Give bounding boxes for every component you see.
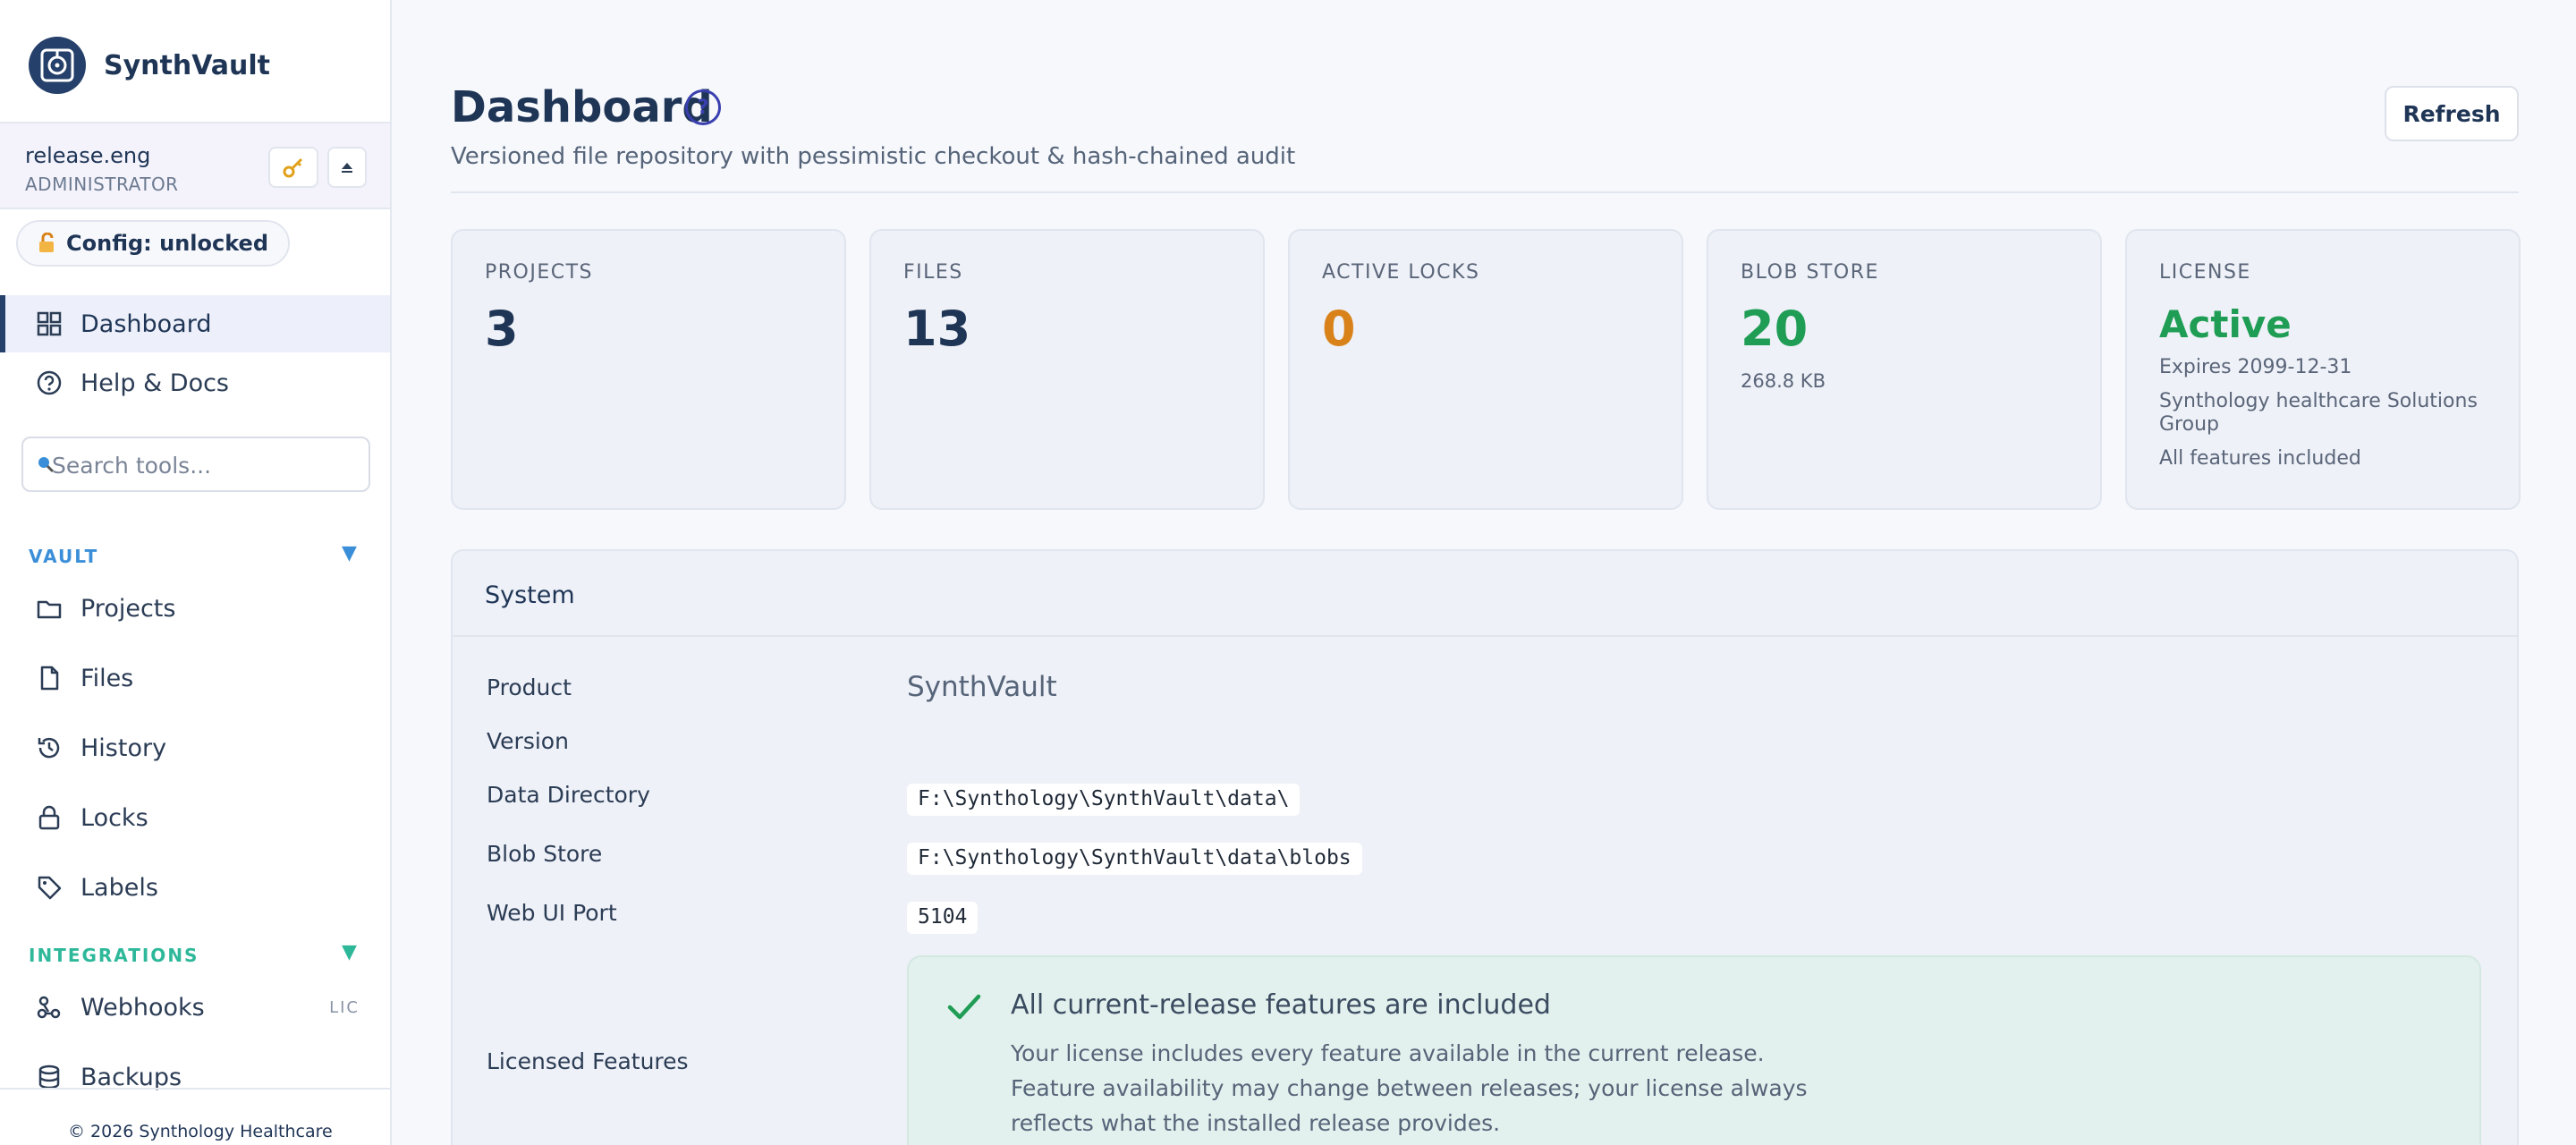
license-owner: Synthology healthcare Solutions Group [2159,390,2478,436]
section-vault-heading: VAULT [29,546,99,567]
stat-label: PROJECTS [485,261,594,284]
license-badge: LIC [329,997,360,1017]
help-circle-icon [34,368,64,398]
data-directory-value: F:\Synthology\SynthVault\data\ [907,784,1301,816]
config-label: Config: unlocked [66,231,268,256]
history-icon [34,733,64,763]
tool-search[interactable] [21,437,370,492]
sidebar-item-label: History [80,734,167,762]
sidebar-item-dashboard[interactable]: Dashboard [0,295,390,352]
sidebar-item-label: Webhooks [80,993,205,1022]
search-input[interactable] [36,447,358,483]
sidebar-item-locks[interactable]: Locks [0,789,390,846]
sidebar-item-label: Dashboard [80,310,212,338]
unlocked-icon [39,233,54,252]
copyright: © 2026 Synthology Healthcare [68,1122,333,1141]
stat-value: 20 [1741,301,1809,357]
file-icon [34,663,64,693]
blob-store-label: Blob Store [487,841,603,867]
stat-card-blob-store[interactable]: BLOB STORE 20 268.8 KB [1707,229,2102,510]
help-icon[interactable]: ? [685,89,721,125]
stat-value: 0 [1322,301,1356,357]
stat-label: LICENSE [2159,261,2251,284]
stat-card-active-locks[interactable]: ACTIVE LOCKS 0 [1288,229,1683,510]
stat-card-files[interactable]: FILES 13 [869,229,1265,510]
stat-value: 13 [903,301,971,357]
grid-icon [34,309,64,339]
lock-icon [34,802,64,833]
license-features: All features included [2159,447,2361,470]
key-icon [283,157,303,178]
change-password-button[interactable] [268,147,318,188]
feature-notice-title: All current-release features are include… [1011,989,1551,1021]
system-panel: System Product SynthVault Version Data D… [451,549,2519,1145]
user-panel: release.eng ADMINISTRATOR [0,122,390,209]
brand[interactable]: SynthVault [29,36,270,95]
feature-notice-text: Your license includes every feature avai… [1011,1040,1808,1136]
data-directory-label: Data Directory [487,782,650,808]
sidebar-item-label: Labels [80,873,158,902]
user-role: ADMINISTRATOR [25,174,179,195]
sidebar-item-labels[interactable]: Labels [0,859,390,916]
stat-value: 3 [485,301,519,357]
sidebar-item-label: Projects [80,594,176,623]
sidebar-item-files[interactable]: Files [0,649,390,707]
stat-label: BLOB STORE [1741,261,1879,284]
blob-store-path: F:\Synthology\SynthVault\data\blobs [907,843,1362,875]
stat-label: FILES [903,261,963,284]
caret-down-icon[interactable]: ▼ [342,542,357,564]
webhook-icon [34,992,64,1022]
web-ui-port-label: Web UI Port [487,900,617,926]
sidebar-item-help[interactable]: Help & Docs [0,354,390,411]
system-title: System [485,581,575,609]
license-status: Active [2159,302,2292,346]
header-divider [451,191,2519,193]
product-label: Product [487,674,572,700]
vault-logo-icon [29,37,86,94]
logout-button[interactable] [327,147,367,188]
check-icon [947,994,981,1020]
section-integrations-heading: INTEGRATIONS [29,945,199,966]
product-value: SynthVault [907,671,1057,703]
tag-icon [34,872,64,903]
sidebar-item-label: Files [80,664,134,692]
user-name: release.eng [25,143,151,168]
sidebar: SynthVault release.eng ADMINISTRATOR Con… [0,0,392,1145]
brand-name: SynthVault [104,49,271,81]
license-expiry: Expires 2099-12-31 [2159,356,2352,378]
sidebar-item-label: Help & Docs [80,369,229,397]
blob-store-size: 268.8 KB [1741,370,1826,392]
eject-icon [342,163,352,173]
sidebar-item-label: Locks [80,803,148,832]
caret-down-icon[interactable]: ▼ [342,941,357,963]
page-title: Dashboard [451,82,713,132]
system-panel-header: System [453,551,2517,637]
sidebar-item-label: Backups [80,1063,182,1091]
config-lock-toggle[interactable]: Config: unlocked [16,220,290,267]
sidebar-item-history[interactable]: History [0,719,390,776]
licensed-features-notice: All current-release features are include… [907,955,2481,1145]
stat-card-license[interactable]: LICENSE Active Expires 2099-12-31 Syntho… [2125,229,2521,510]
stat-card-projects[interactable]: PROJECTS 3 [451,229,846,510]
sidebar-item-projects[interactable]: Projects [0,580,390,637]
refresh-button[interactable]: Refresh [2385,86,2519,141]
sidebar-item-backups[interactable]: Backups [0,1048,390,1106]
version-label: Version [487,728,569,754]
sidebar-footer-divider [0,1088,390,1090]
page-subtitle: Versioned file repository with pessimist… [451,143,1296,170]
sidebar-item-webhooks[interactable]: Webhooks LIC [0,979,390,1036]
stat-label: ACTIVE LOCKS [1322,261,1480,284]
licensed-features-label: Licensed Features [487,1048,689,1074]
web-ui-port-value: 5104 [907,902,979,934]
folder-icon [34,593,64,623]
